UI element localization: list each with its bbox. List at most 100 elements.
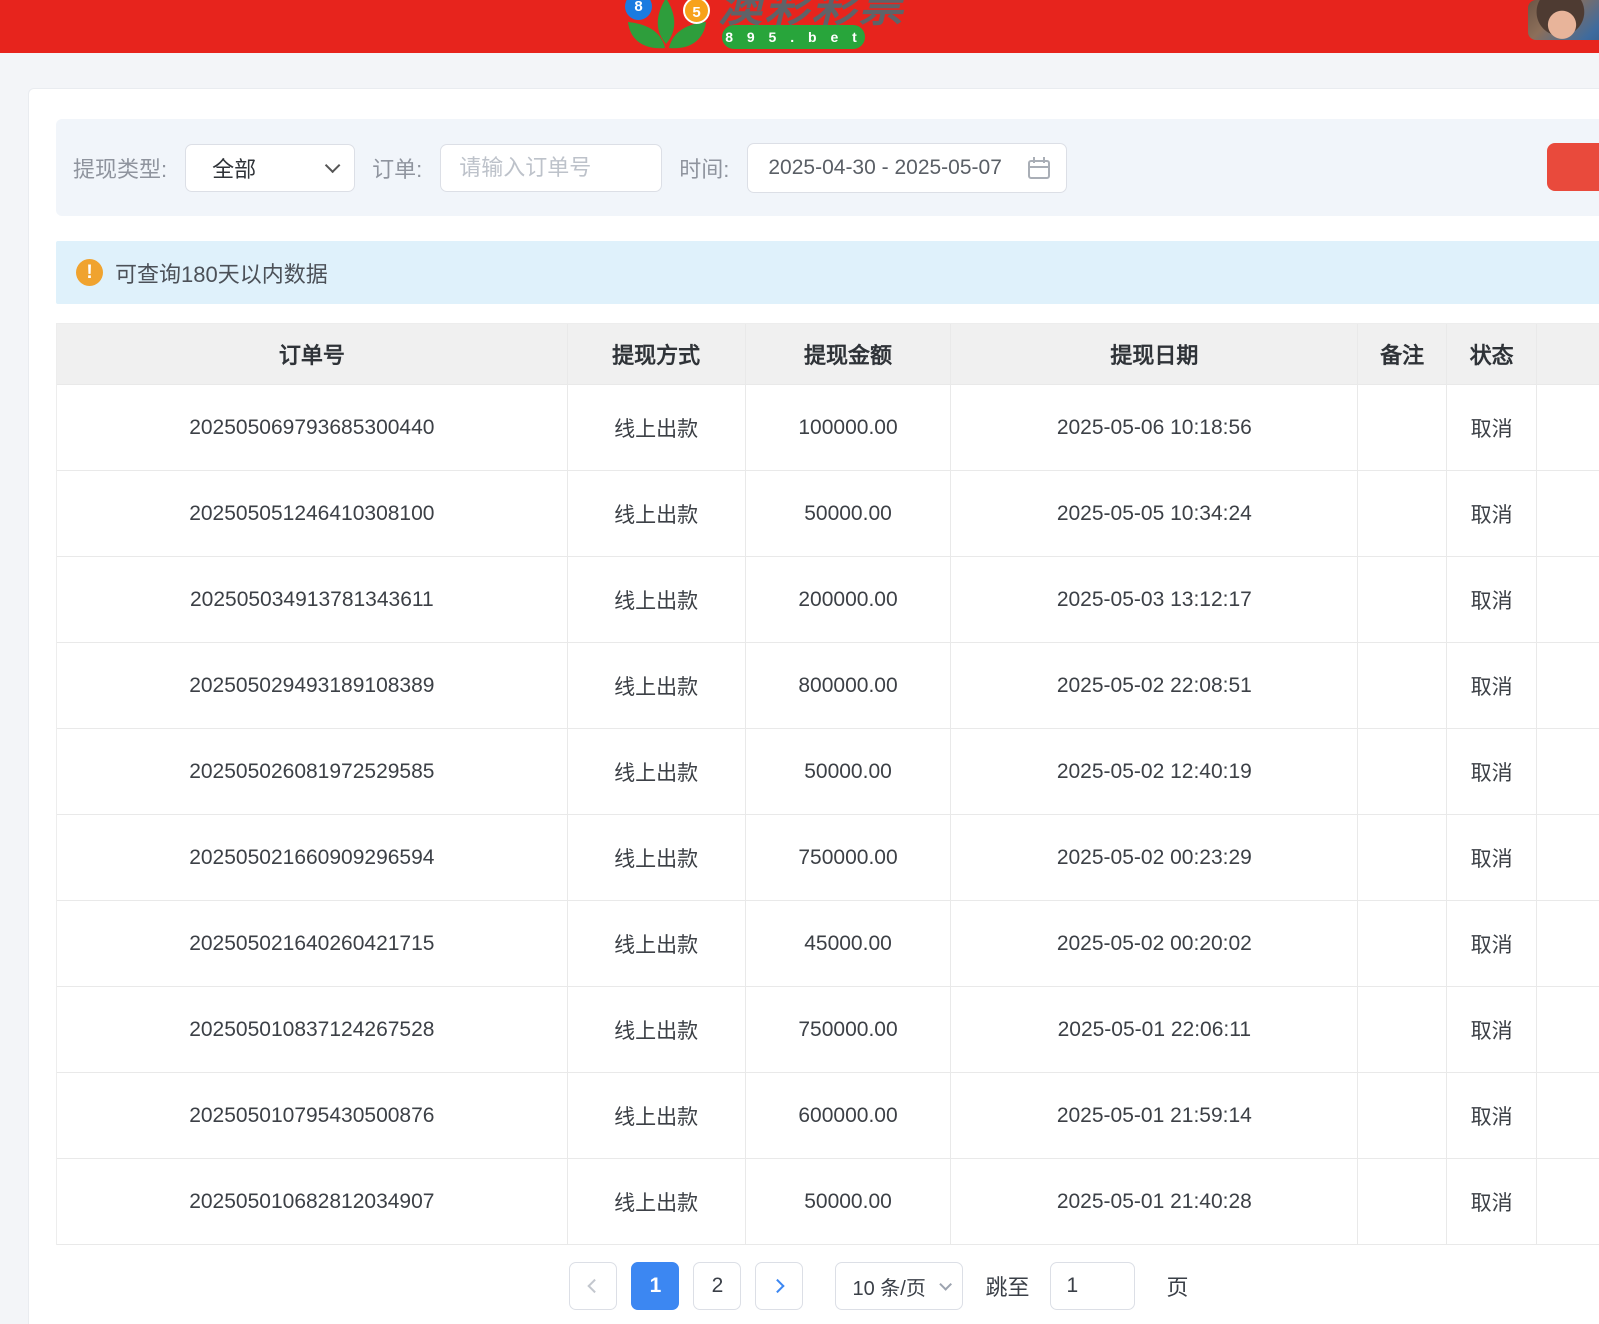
jump-to-label: 跳至 <box>985 1270 1029 1302</box>
page-number-button[interactable]: 1 <box>631 1262 679 1310</box>
cell-amount: 750000.00 <box>746 987 952 1072</box>
cell-status: 取消 <box>1447 1073 1537 1158</box>
cell-order-no: 202505026081972529585 <box>57 729 568 814</box>
date-range-value: 2025-04-30 - 2025-05-07 <box>768 156 1002 180</box>
withdraw-records-table: 订单号提现方式提现金额提现日期备注状态 20250506979368530044… <box>56 323 1599 1245</box>
next-page-button[interactable] <box>755 1262 803 1310</box>
notice-text: 可查询180天以内数据 <box>115 257 328 289</box>
content-card: 提现类型: 全部 订单: 时间: 2025-04-30 - 2025-05-07… <box>28 88 1599 1324</box>
cell-method: 线上出款 <box>568 901 746 986</box>
table-row: 202505010682812034907线上出款50000.002025-05… <box>57 1159 1599 1245</box>
page-size-value: 10 条/页 <box>852 1272 925 1301</box>
time-label: 时间: <box>679 152 729 184</box>
cell-extra <box>1537 1159 1599 1244</box>
column-header: 状态 <box>1447 324 1537 384</box>
order-label: 订单: <box>372 152 422 184</box>
cell-date: 2025-05-06 10:18:56 <box>951 385 1358 470</box>
date-range-picker[interactable]: 2025-04-30 - 2025-05-07 <box>747 143 1067 193</box>
cell-order-no: 202505021640260421715 <box>57 901 568 986</box>
site-logo[interactable]: 8 5 澳彩彩票 8 9 5 . b e t <box>615 0 935 53</box>
cell-extra <box>1537 1073 1599 1158</box>
prev-page-button[interactable] <box>569 1262 617 1310</box>
cell-remark <box>1358 471 1447 556</box>
cell-extra <box>1537 471 1599 556</box>
column-header: 提现方式 <box>568 324 746 384</box>
table-row: 202505021640260421715线上出款45000.002025-05… <box>57 901 1599 987</box>
cell-remark <box>1358 643 1447 728</box>
table-row: 202505021660909296594线上出款750000.002025-0… <box>57 815 1599 901</box>
withdraw-type-select[interactable]: 全部 <box>185 144 355 192</box>
column-header: 提现日期 <box>951 324 1358 384</box>
table-row: 202505029493189108389线上出款800000.002025-0… <box>57 643 1599 729</box>
cell-method: 线上出款 <box>568 729 746 814</box>
cell-date: 2025-05-02 00:23:29 <box>951 815 1358 900</box>
cell-order-no: 202505034913781343611 <box>57 557 568 642</box>
cell-status: 取消 <box>1447 1159 1537 1244</box>
cell-status: 取消 <box>1447 901 1537 986</box>
cell-status: 取消 <box>1447 471 1537 556</box>
cell-method: 线上出款 <box>568 815 746 900</box>
cell-date: 2025-05-01 22:06:11 <box>951 987 1358 1072</box>
cell-extra <box>1537 901 1599 986</box>
cell-order-no: 202505051246410308100 <box>57 471 568 556</box>
cell-extra <box>1537 385 1599 470</box>
pagination-bar: 12 10 条/页 跳至 页 <box>56 1245 1599 1324</box>
cell-extra <box>1537 815 1599 900</box>
cell-amount: 45000.00 <box>746 901 952 986</box>
cell-date: 2025-05-02 00:20:02 <box>951 901 1358 986</box>
cell-date: 2025-05-01 21:40:28 <box>951 1159 1358 1244</box>
cell-remark <box>1358 815 1447 900</box>
brand-domain-pill: 8 9 5 . b e t <box>722 25 865 49</box>
jump-page-input[interactable] <box>1050 1262 1135 1310</box>
cell-order-no: 202505010837124267528 <box>57 987 568 1072</box>
cell-amount: 600000.00 <box>746 1073 952 1158</box>
cell-date: 2025-05-03 13:12:17 <box>951 557 1358 642</box>
chevron-right-icon <box>771 1279 785 1293</box>
cell-extra <box>1537 729 1599 814</box>
cell-amount: 50000.00 <box>746 1159 952 1244</box>
cell-amount: 200000.00 <box>746 557 952 642</box>
cell-method: 线上出款 <box>568 557 746 642</box>
page-size-select[interactable]: 10 条/页 <box>835 1262 963 1310</box>
cell-method: 线上出款 <box>568 643 746 728</box>
cell-status: 取消 <box>1447 729 1537 814</box>
cell-extra <box>1537 987 1599 1072</box>
cell-remark <box>1358 987 1447 1072</box>
cell-amount: 50000.00 <box>746 471 952 556</box>
cell-status: 取消 <box>1447 815 1537 900</box>
cell-amount: 800000.00 <box>746 643 952 728</box>
cell-method: 线上出款 <box>568 987 746 1072</box>
chevron-left-icon <box>588 1279 602 1293</box>
order-number-input[interactable] <box>440 144 662 192</box>
cell-order-no: 202505010682812034907 <box>57 1159 568 1244</box>
table-row: 202505069793685300440线上出款100000.002025-0… <box>57 385 1599 471</box>
warning-icon: ! <box>76 259 103 286</box>
filter-bar: 提现类型: 全部 订单: 时间: 2025-04-30 - 2025-05-07 <box>56 119 1599 216</box>
table-row: 202505010837124267528线上出款750000.002025-0… <box>57 987 1599 1073</box>
cell-order-no: 202505029493189108389 <box>57 643 568 728</box>
cell-extra <box>1537 557 1599 642</box>
chevron-down-icon <box>940 1278 953 1291</box>
withdraw-type-value: 全部 <box>212 152 256 184</box>
table-row: 202505034913781343611线上出款200000.002025-0… <box>57 557 1599 643</box>
cell-order-no: 202505069793685300440 <box>57 385 568 470</box>
user-avatar[interactable] <box>1528 0 1599 40</box>
cell-order-no: 202505021660909296594 <box>57 815 568 900</box>
page-unit-label: 页 <box>1167 1270 1189 1302</box>
page-number-button[interactable]: 2 <box>693 1262 741 1310</box>
cell-date: 2025-05-02 22:08:51 <box>951 643 1358 728</box>
calendar-icon <box>1028 157 1050 179</box>
cell-remark <box>1358 557 1447 642</box>
withdraw-type-label: 提现类型: <box>73 152 167 184</box>
cell-date: 2025-05-05 10:34:24 <box>951 471 1358 556</box>
chevron-down-icon <box>325 158 341 174</box>
search-button[interactable] <box>1547 143 1599 191</box>
cell-status: 取消 <box>1447 385 1537 470</box>
cell-remark <box>1358 729 1447 814</box>
cell-date: 2025-05-02 12:40:19 <box>951 729 1358 814</box>
cell-method: 线上出款 <box>568 1159 746 1244</box>
column-header <box>1537 324 1599 384</box>
table-row: 202505051246410308100线上出款50000.002025-05… <box>57 471 1599 557</box>
top-header-bar: 8 5 澳彩彩票 8 9 5 . b e t <box>0 0 1599 53</box>
cell-extra <box>1537 643 1599 728</box>
